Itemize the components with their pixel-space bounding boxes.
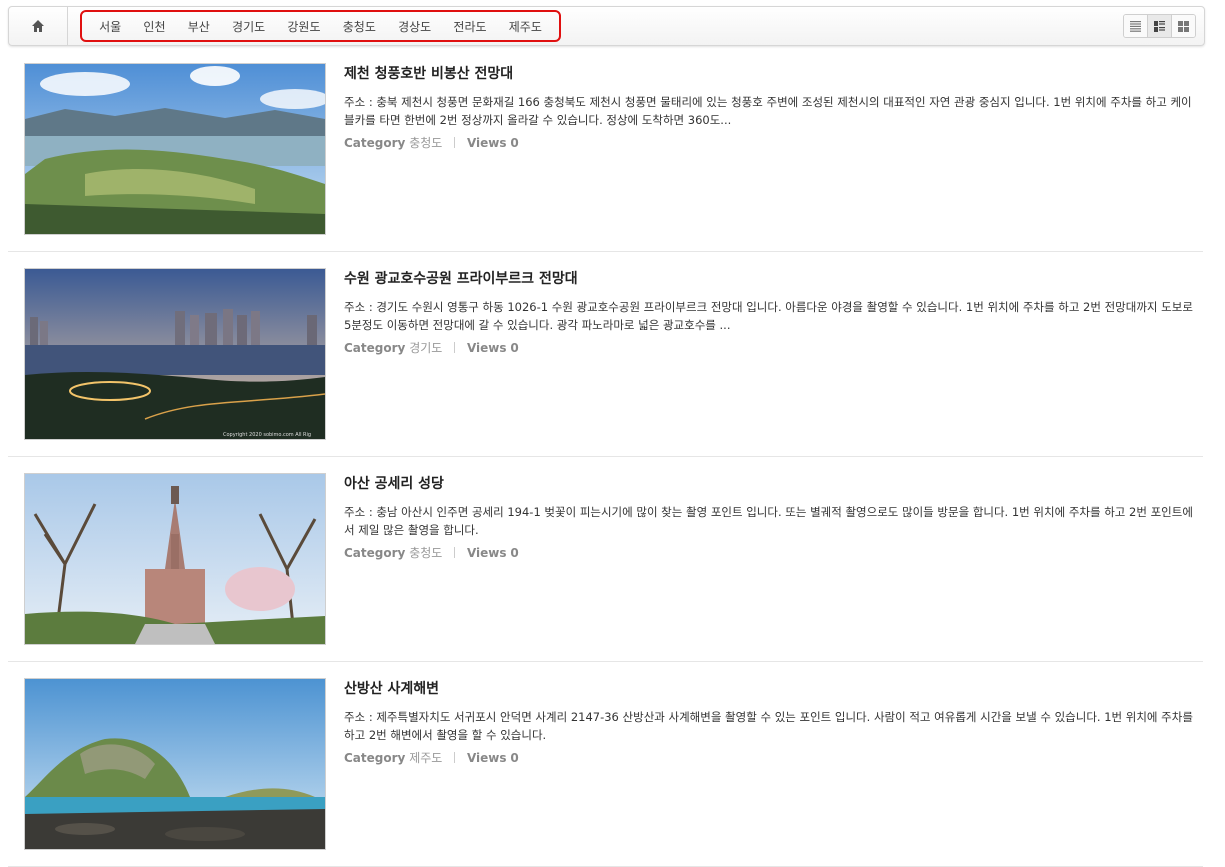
mountain-beach-image [25,679,325,849]
post-description: 주소 : 경기도 수원시 영통구 하동 1026-1 수원 광교호수공원 프라이… [344,300,1193,332]
gallery-view-icon [1178,20,1189,32]
category-label: Category [344,341,406,355]
views-value: 0 [510,341,519,355]
post-title[interactable]: 제천 청풍호반 비봉산 전망대 [344,64,1196,84]
post-title[interactable]: 산방산 사계해변 [344,679,1196,699]
category-label: Category [344,546,406,560]
post-thumbnail[interactable] [24,63,326,235]
category-link-busan[interactable]: 부산 [188,18,210,35]
views-label: Views [466,341,507,355]
category-link-seoul[interactable]: 서울 [99,18,121,35]
category-value: 충청도 [409,136,443,150]
post-thumbnail[interactable] [24,473,326,645]
category-link-jeolla[interactable]: 전라도 [453,18,486,35]
meta-divider [454,342,456,353]
post-description: 주소 : 충남 아산시 인주면 공세리 194-1 벚꽃이 피는시기에 많이 찾… [344,505,1193,537]
category-nav: 서울 인천 부산 경기도 강원도 충청도 경상도 전라도 제주도 [80,10,561,42]
views-label: Views [466,136,507,150]
post-item: 산방산 사계해변 주소 : 제주특별자치도 서귀포시 안덕면 사계리 2147-… [8,661,1203,867]
category-link-incheon[interactable]: 인천 [143,18,165,35]
views-value: 0 [510,546,519,560]
night-lake-city-image: Copyright 2020 sobimo.com All Rig [25,269,325,439]
category-label: Category [344,751,406,765]
category-label: Category [344,136,406,150]
gallery-view-button[interactable] [1171,15,1195,37]
views-value: 0 [510,751,519,765]
views-label: Views [466,751,507,765]
image-watermark: Copyright 2020 sobimo.com All Rig [223,432,311,438]
category-value: 충청도 [409,546,443,560]
meta-divider [454,137,456,148]
meta-divider [454,752,456,763]
category-link-gyeonggi[interactable]: 경기도 [232,18,265,35]
category-link-jeju[interactable]: 제주도 [509,18,542,35]
views-label: Views [466,546,507,560]
post-meta: Category 충청도 Views 0 [344,545,1196,561]
post-meta: Category 경기도 Views 0 [344,340,1196,356]
lake-landscape-image [25,64,325,234]
home-icon [32,20,44,32]
post-description: 주소 : 제주특별자치도 서귀포시 안덕면 사계리 2147-36 산방산과 사… [344,710,1193,742]
post-item: Copyright 2020 sobimo.com All Rig 수원 광교호… [8,251,1203,457]
list-view-button[interactable] [1124,15,1147,37]
post-description: 주소 : 충북 제천시 청풍면 문화재길 166 충청북도 제천시 청풍면 물태… [344,95,1192,127]
list-view-icon [1130,20,1141,32]
category-value: 경기도 [409,341,443,355]
home-button[interactable] [9,7,68,45]
cathedral-image [25,474,325,644]
webzine-view-icon [1154,20,1165,32]
category-link-gyeongsang[interactable]: 경상도 [398,18,431,35]
post-thumbnail[interactable] [24,678,326,850]
view-mode-switcher [1123,14,1196,38]
category-link-chungcheong[interactable]: 충청도 [343,18,376,35]
webzine-view-button[interactable] [1147,15,1171,37]
post-title[interactable]: 수원 광교호수공원 프라이부르크 전망대 [344,269,1196,289]
category-toolbar: 서울 인천 부산 경기도 강원도 충청도 경상도 전라도 제주도 [8,6,1205,46]
meta-divider [454,547,456,558]
post-title[interactable]: 아산 공세리 성당 [344,474,1196,494]
post-item: 제천 청풍호반 비봉산 전망대 주소 : 충북 제천시 청풍면 문화재길 166… [8,46,1203,252]
post-item: 아산 공세리 성당 주소 : 충남 아산시 인주면 공세리 194-1 벚꽃이 … [8,456,1203,662]
category-value: 제주도 [409,751,443,765]
post-thumbnail[interactable]: Copyright 2020 sobimo.com All Rig [24,268,326,440]
views-value: 0 [510,136,519,150]
post-meta: Category 제주도 Views 0 [344,750,1196,766]
post-meta: Category 충청도 Views 0 [344,135,1196,151]
category-link-gangwon[interactable]: 강원도 [287,18,320,35]
